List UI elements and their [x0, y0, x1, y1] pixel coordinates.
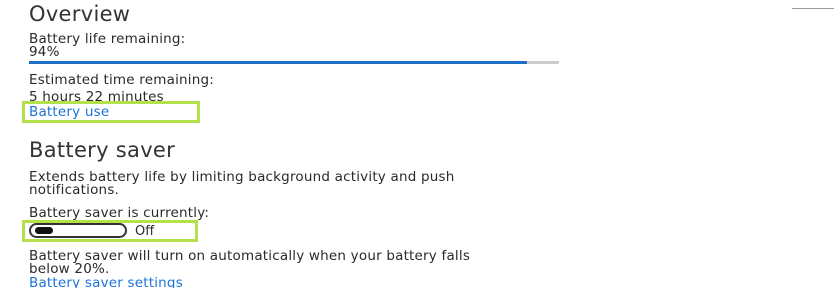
battery-level-bar: [29, 61, 559, 64]
toggle-state-label: Off: [135, 224, 155, 239]
battery-saver-heading: Battery saver: [29, 138, 176, 162]
battery-saver-description-line2: notifications.: [29, 182, 120, 198]
battery-saver-settings-link[interactable]: Battery saver settings: [29, 275, 183, 288]
battery-saver-toggle-wrap: [29, 223, 127, 238]
battery-use-link[interactable]: Battery use: [29, 104, 109, 120]
overview-heading: Overview: [29, 2, 131, 26]
battery-settings-page: Overview Battery life remaining: 94% Est…: [0, 0, 834, 288]
battery-life-value: 94%: [29, 44, 60, 60]
battery-saver-toggle[interactable]: [29, 223, 127, 238]
battery-saver-status-label: Battery saver is currently:: [29, 205, 210, 221]
estimated-time-label: Estimated time remaining:: [29, 72, 214, 88]
top-divider: [792, 8, 834, 9]
toggle-knob: [35, 227, 53, 234]
battery-level-fill: [29, 61, 528, 64]
